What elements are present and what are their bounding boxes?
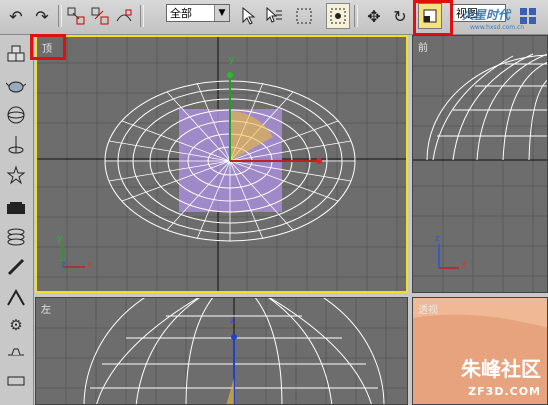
pivot-center-icon[interactable] bbox=[516, 3, 540, 29]
viewport-top[interactable]: 顶 y y x z bbox=[35, 35, 408, 293]
utilities-icon[interactable] bbox=[4, 369, 28, 393]
viewport-label-left[interactable]: 左 bbox=[41, 301, 51, 316]
toolbar-divider bbox=[58, 5, 62, 27]
rectangular-selection-icon[interactable] bbox=[292, 3, 316, 29]
zf3d-watermark-url: ZF3D.COM bbox=[468, 385, 541, 398]
redo-icon[interactable]: ↷ bbox=[30, 3, 54, 29]
gizmo-y-handle[interactable] bbox=[227, 72, 233, 78]
gear-icon[interactable]: ⚙ bbox=[4, 313, 28, 337]
left-gizmo-z-label: z bbox=[230, 316, 235, 326]
select-and-link-icon[interactable] bbox=[64, 3, 88, 29]
viewport-left[interactable]: 左 z bbox=[35, 297, 408, 405]
corner-y-label: y bbox=[57, 234, 63, 244]
motion-icon[interactable] bbox=[4, 341, 28, 365]
cone-icon[interactable] bbox=[4, 133, 28, 157]
unlink-selection-icon[interactable] bbox=[88, 3, 112, 29]
viewport-label-front[interactable]: 前 bbox=[418, 39, 428, 54]
corner-z-label: z bbox=[61, 260, 66, 270]
select-object-icon[interactable] bbox=[236, 3, 260, 29]
camera-icon[interactable] bbox=[4, 197, 28, 221]
window-crossing-icon[interactable] bbox=[326, 3, 350, 29]
undo-icon[interactable]: ↶ bbox=[4, 3, 28, 29]
front-corner-z-label: z bbox=[435, 234, 440, 244]
bind-to-space-warp-icon[interactable] bbox=[112, 3, 136, 29]
top-label-highlight bbox=[30, 34, 66, 60]
viewport-perspective[interactable]: 透视 朱峰社区 ZF3D.COM bbox=[412, 297, 548, 405]
modifier-stack-icon[interactable] bbox=[4, 225, 28, 249]
selection-filter-value: 全部 bbox=[170, 7, 192, 20]
sphere-icon[interactable] bbox=[4, 103, 28, 127]
main-toolbar: ↶ ↷ 全部 ▼ ✥ ↻ 视图 火星时代 www.hxsd.com.cn bbox=[0, 0, 548, 36]
biped-icon[interactable] bbox=[4, 163, 28, 187]
zf3d-watermark-brand: 朱峰社区 bbox=[461, 357, 541, 381]
teapot-icon[interactable] bbox=[4, 73, 28, 97]
front-viewport-grid bbox=[413, 36, 547, 292]
selection-filter-dropdown[interactable]: 全部 ▼ bbox=[166, 4, 230, 22]
select-by-name-icon[interactable] bbox=[262, 3, 286, 29]
gizmo-x-handle[interactable] bbox=[316, 158, 322, 164]
chevron-down-icon[interactable]: ▼ bbox=[214, 5, 229, 21]
front-corner-x-label: x bbox=[461, 260, 467, 270]
create-box-icon[interactable] bbox=[4, 43, 28, 67]
front-hemisphere-wireframe bbox=[426, 53, 547, 161]
hxsd-watermark: 火星时代 bbox=[462, 8, 511, 22]
select-and-rotate-icon[interactable]: ↻ bbox=[388, 3, 412, 29]
gizmo-y-label: y bbox=[229, 55, 235, 65]
command-sidebar: ⚙ bbox=[0, 35, 34, 405]
toolbar-divider bbox=[140, 5, 144, 27]
brush-icon[interactable] bbox=[4, 255, 28, 279]
hierarchy-icon[interactable] bbox=[4, 285, 28, 309]
toolbar-divider bbox=[354, 5, 358, 27]
scale-tool-highlight bbox=[413, 0, 453, 36]
viewport-label-perspective[interactable]: 透视 bbox=[418, 301, 438, 316]
left-viewport-grid bbox=[36, 298, 407, 404]
viewport-front[interactable]: 前 z x bbox=[412, 35, 548, 293]
top-viewport-grid bbox=[37, 37, 406, 291]
select-and-move-icon[interactable]: ✥ bbox=[362, 3, 386, 29]
corner-x-label: x bbox=[87, 260, 93, 270]
